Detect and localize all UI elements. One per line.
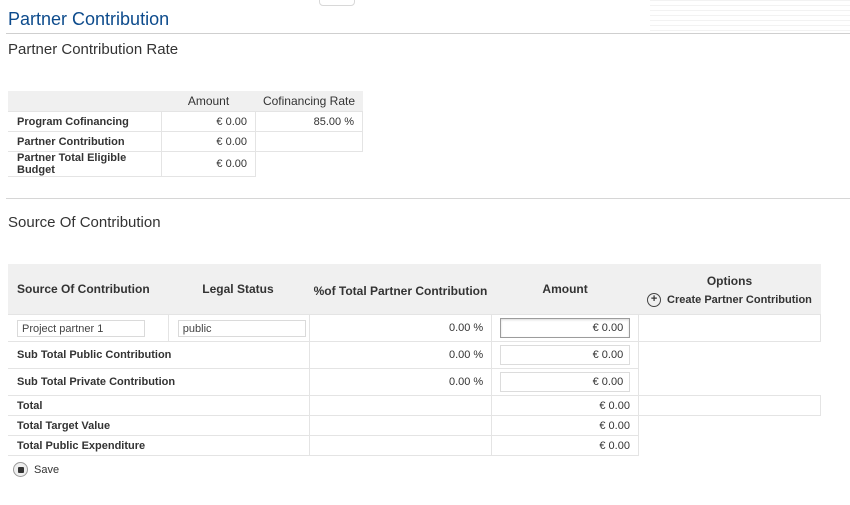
col-percent: %of Total Partner Contribution (309, 264, 492, 315)
table-row: Partner Contribution € 0.00 (8, 131, 363, 152)
page-title: Partner Contribution (8, 9, 170, 29)
row-label: Partner Total Eligible Budget (8, 151, 162, 177)
amount-value: € 0.00 (161, 111, 256, 132)
source-table-header: Source Of Contribution Legal Status %of … (8, 264, 821, 315)
rate-table-header: Amount Cofinancing Rate (8, 91, 363, 112)
amount-value: € 0.00 (491, 435, 639, 456)
create-partner-contribution-button[interactable]: + Create Partner Contribution (647, 292, 812, 307)
amount-value: € 0.00 (161, 151, 256, 177)
legal-status-input[interactable]: public (177, 319, 306, 337)
rate-col-amount: Amount (161, 91, 256, 112)
percent-value: 0.00 % (308, 368, 493, 396)
title-divider (6, 33, 850, 34)
table-row: Partner Total Eligible Budget € 0.00 (8, 151, 363, 177)
header-decoration (650, 0, 850, 32)
save-label: Save (34, 463, 60, 476)
amount-input[interactable]: € 0.00 (500, 372, 631, 392)
percent-value: 0.00 % (308, 314, 493, 342)
row-label: Sub Total Private Contribution (8, 368, 310, 396)
rate-value (255, 131, 363, 152)
table-row: Sub Total Public Contribution 0.00 % € 0… (8, 341, 821, 369)
rate-col-rate: Cofinancing Rate (255, 91, 363, 112)
table-row: Sub Total Private Contribution 0.00 % € … (8, 368, 821, 396)
row-label: Partner Contribution (8, 131, 162, 152)
amount-input[interactable]: € 0.00 (500, 318, 631, 338)
section-divider (6, 198, 850, 199)
table-row: Total Target Value € 0.00 (8, 415, 821, 436)
table-row: Project partner 1 public 0.00 % € 0.00 (8, 314, 822, 342)
source-table: Source Of Contribution Legal Status %of … (8, 264, 822, 456)
rate-value: 85.00 % (255, 111, 363, 132)
col-options: Options + Create Partner Contribution (638, 264, 821, 315)
source-input[interactable]: Project partner 1 (17, 319, 145, 337)
row-label: Total Public Expenditure (8, 435, 310, 456)
rate-section-title: Partner Contribution Rate (8, 41, 179, 58)
rate-table: Amount Cofinancing Rate Program Cofinanc… (8, 91, 363, 177)
create-label: Create Partner Contribution (667, 293, 812, 306)
row-label: Total Target Value (8, 415, 310, 436)
row-label: Total (8, 395, 310, 416)
source-section-title: Source Of Contribution (8, 214, 161, 231)
table-row: Program Cofinancing € 0.00 85.00 % (8, 111, 363, 132)
percent-value: 0.00 % (308, 341, 493, 369)
row-label: Program Cofinancing (8, 111, 162, 132)
options-label: Options (706, 273, 753, 288)
collapse-tab[interactable] (319, 0, 355, 6)
plus-icon: + (647, 292, 662, 307)
table-row: Total € 0.00 (8, 395, 822, 416)
row-label: Sub Total Public Contribution (8, 341, 310, 369)
save-button[interactable]: Save (13, 462, 59, 477)
amount-input[interactable]: € 0.00 (500, 345, 631, 365)
amount-value: € 0.00 (161, 131, 256, 152)
table-row: Total Public Expenditure € 0.00 (8, 435, 821, 456)
amount-value: € 0.00 (491, 395, 639, 416)
col-amount: Amount (491, 264, 639, 315)
amount-value: € 0.00 (491, 415, 639, 436)
col-source: Source Of Contribution (8, 264, 169, 315)
save-icon (13, 462, 28, 477)
col-legal-status: Legal Status (168, 264, 310, 315)
